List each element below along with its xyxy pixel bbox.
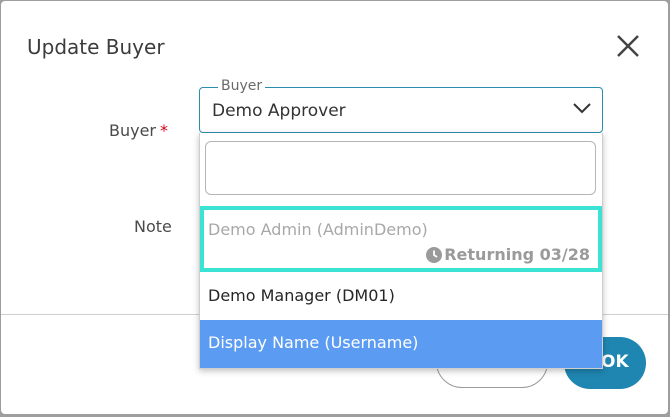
option-label: Demo Admin (AdminDemo) xyxy=(208,220,428,239)
close-icon[interactable] xyxy=(613,31,643,61)
dialog-title: Update Buyer xyxy=(27,35,165,59)
option-demo-manager[interactable]: Demo Manager (DM01) xyxy=(200,276,602,318)
returning-status-text: Returning 03/28 xyxy=(444,245,590,264)
dropdown-search-input[interactable] xyxy=(205,141,596,195)
chevron-down-icon[interactable] xyxy=(571,100,593,116)
returning-status: Returning 03/28 xyxy=(426,245,590,264)
ok-button-label: OK xyxy=(601,352,629,372)
buyer-select-value: Demo Approver xyxy=(212,101,346,121)
option-display-name[interactable]: Display Name (Username) xyxy=(200,320,602,368)
buyer-label: Buyer * xyxy=(109,121,169,140)
required-marker: * xyxy=(160,121,169,140)
option-label: Display Name (Username) xyxy=(208,333,419,352)
clock-icon xyxy=(426,246,443,263)
option-label: Demo Manager (DM01) xyxy=(208,286,395,305)
note-label: Note xyxy=(134,217,172,236)
buyer-select-legend: Buyer xyxy=(218,78,266,94)
option-demo-admin[interactable]: Demo Admin (AdminDemo) Returning 03/28 xyxy=(200,206,602,272)
